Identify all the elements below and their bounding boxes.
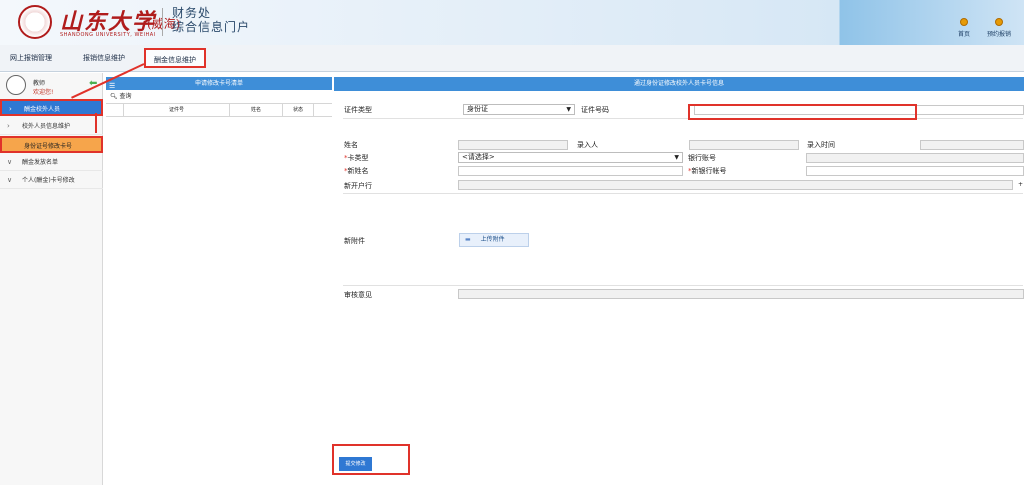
portal-title-line2: 综合信息门户 (172, 20, 251, 34)
column-status[interactable]: 状态 (283, 104, 314, 116)
column-id-number[interactable]: 证件号 (124, 104, 230, 116)
card-type-label: *卡类型 (344, 154, 369, 162)
annotation-arrow (95, 113, 97, 133)
header-divider (162, 8, 163, 36)
row-divider (343, 193, 1023, 194)
name-label: 姓名 (344, 141, 358, 149)
bank-account-label: 银行账号 (688, 154, 716, 162)
more-icon[interactable]: + (1018, 181, 1023, 188)
upload-label: 上传附件 (480, 236, 505, 243)
booking-label: 预约报销 (986, 31, 1011, 38)
list-grid-header: 证件号 姓名 状态 (106, 103, 332, 117)
booking-button[interactable]: 预约报销 (979, 18, 1019, 38)
sidebar-item-label: 酬金校外人员 (24, 106, 61, 113)
row-divider (343, 285, 1023, 286)
new-name-label: *新姓名 (344, 167, 369, 175)
name-field (458, 140, 568, 150)
nav-reimbursement-info[interactable]: 报销信息维护 (83, 53, 125, 63)
chevron-right-icon: › (7, 122, 10, 130)
list-panel: ☰ 申请修改卡号清单 🔍︎ 查询 证件号 姓名 状态 (106, 77, 332, 117)
bank-account-field (806, 153, 1024, 163)
entry-time-label: 录入时间 (807, 141, 835, 149)
header-banner: 山东大学 (威海) SHANDONG UNIVERSITY, WEIHAI 财务… (0, 0, 1024, 45)
sidebar-item-idcard-modify[interactable]: 身份证号修改卡号 (0, 136, 103, 153)
review-field (458, 289, 1024, 299)
submit-button[interactable]: 提交修改 (339, 457, 372, 471)
university-seal-logo (18, 5, 52, 39)
list-panel-title: 申请修改卡号清单 (194, 80, 243, 87)
row-divider (343, 118, 1023, 119)
upload-attachment-button[interactable]: ▬ 上传附件 (459, 233, 529, 247)
sidebar-item-personal-card[interactable]: ∨ 个人(酬金)卡号修改 (0, 172, 103, 189)
review-label: 审核意见 (344, 291, 372, 299)
home-icon (960, 18, 968, 26)
new-bank-field (458, 180, 1013, 190)
top-nav: 网上报销管理 报销信息维护 酬金信息维护 (0, 45, 1024, 72)
new-bank-label: 新开户行 (344, 182, 372, 190)
nav-remuneration-info[interactable]: 酬金信息维护 (144, 48, 206, 68)
sidebar-item-label: 个人(酬金)卡号修改 (22, 177, 75, 184)
sidebar: 教师 欢迎您! ⬅ › 酬金校外人员 › 校外人员信息维护 身份证号修改卡号 ∨… (0, 73, 103, 485)
chevron-down-icon: ∨ (7, 158, 13, 166)
new-bank-account-label: *新银行帐号 (688, 167, 727, 175)
new-bank-account-input[interactable] (806, 166, 1024, 176)
list-panel-header: ☰ 申请修改卡号清单 (106, 77, 332, 90)
home-label: 首页 (957, 31, 970, 38)
user-welcome: 欢迎您! (33, 89, 54, 96)
cert-type-select[interactable]: 身份证 ▼ (463, 104, 575, 115)
column-name[interactable]: 姓名 (230, 104, 283, 116)
sidebar-item-label: 身份证号修改卡号 (24, 143, 73, 150)
sidebar-item-payout-list[interactable]: ∨ 酬金发放名单 (0, 154, 103, 171)
query-button[interactable]: 🔍︎ 查询 (106, 90, 332, 103)
cert-type-value: 身份证 (467, 105, 488, 113)
form-panel-header: 通过身份证修改校外人员卡号信息 (334, 77, 1024, 91)
chevron-down-icon: ▼ (566, 106, 571, 113)
new-name-input[interactable] (458, 166, 683, 176)
sidebar-item-external-staff[interactable]: › 酬金校外人员 (0, 99, 103, 116)
list-icon: ☰ (109, 82, 116, 90)
chevron-right-icon: › (9, 105, 12, 113)
entered-by-field (689, 140, 799, 150)
sidebar-item-label: 酬金发放名单 (22, 159, 59, 166)
card-type-select[interactable]: <请选择> ▼ (458, 152, 683, 163)
folder-icon: ▬ (465, 236, 471, 243)
chevron-down-icon: ▼ (674, 154, 679, 161)
portal-title: 财务处 综合信息门户 (172, 6, 250, 34)
card-type-value: <请选择> (462, 153, 495, 161)
portal-title-line1: 财务处 (172, 6, 212, 20)
query-label: 查询 (119, 93, 132, 100)
entry-time-field (920, 140, 1024, 150)
new-attachment-label: 新附件 (344, 237, 365, 245)
nav-online-reimbursement[interactable]: 网上报销管理 (10, 53, 52, 63)
university-english-name: SHANDONG UNIVERSITY, WEIHAI (60, 32, 156, 38)
cert-no-highlight (688, 104, 917, 120)
home-button[interactable]: 首页 (944, 18, 984, 38)
chevron-down-icon: ∨ (7, 176, 13, 184)
row-number-header (106, 104, 124, 116)
form-panel: 通过身份证修改校外人员卡号信息 证件类型 身份证 ▼ 证件号码 姓名 录入人 录… (334, 77, 1024, 299)
cert-type-label: 证件类型 (344, 106, 372, 114)
user-avatar-icon (6, 75, 26, 95)
entered-by-label: 录入人 (577, 141, 598, 149)
user-info: 教师 欢迎您! ⬅ (0, 73, 103, 97)
sidebar-item-label: 校外人员信息维护 (22, 123, 71, 130)
user-role: 教师 (33, 80, 46, 87)
sidebar-item-external-info[interactable]: › 校外人员信息维护 (0, 118, 103, 135)
cert-no-label: 证件号码 (581, 106, 609, 114)
search-icon: 🔍︎ (110, 93, 118, 100)
booking-icon (995, 18, 1003, 26)
